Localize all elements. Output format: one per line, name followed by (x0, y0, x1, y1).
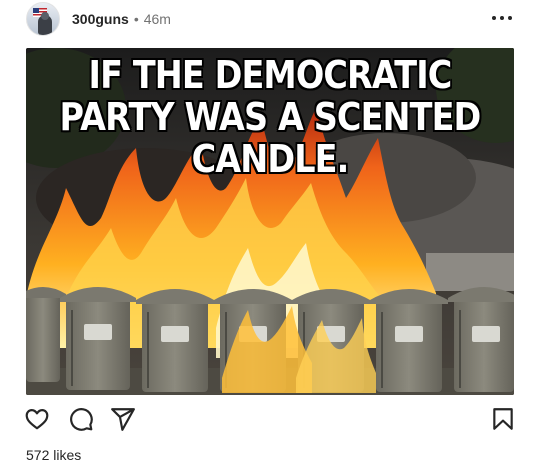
post-time[interactable]: 46m (144, 11, 171, 27)
avatar[interactable] (26, 2, 60, 36)
share-icon[interactable] (110, 406, 136, 432)
meme-line-1: IF THE DEMOCRATIC (88, 53, 453, 97)
comment-icon[interactable] (68, 406, 94, 432)
meme-line-3: CANDLE. (191, 137, 350, 181)
post-image[interactable]: IF THE DEMOCRATIC PARTY WAS A SCENTED CA… (26, 48, 514, 395)
post-actions (24, 404, 516, 436)
likes-count[interactable]: 572 likes (26, 447, 81, 463)
username[interactable]: 300guns (72, 11, 129, 27)
post-header: 300guns • 46m (26, 0, 516, 38)
more-options-icon[interactable] (492, 10, 512, 26)
separator-dot: • (133, 11, 139, 27)
heart-icon[interactable] (24, 406, 50, 432)
bookmark-icon[interactable] (490, 406, 516, 432)
meme-caption: IF THE DEMOCRATIC PARTY WAS A SCENTED CA… (55, 54, 484, 180)
meme-line-2: PARTY WAS A SCENTED (59, 95, 482, 139)
